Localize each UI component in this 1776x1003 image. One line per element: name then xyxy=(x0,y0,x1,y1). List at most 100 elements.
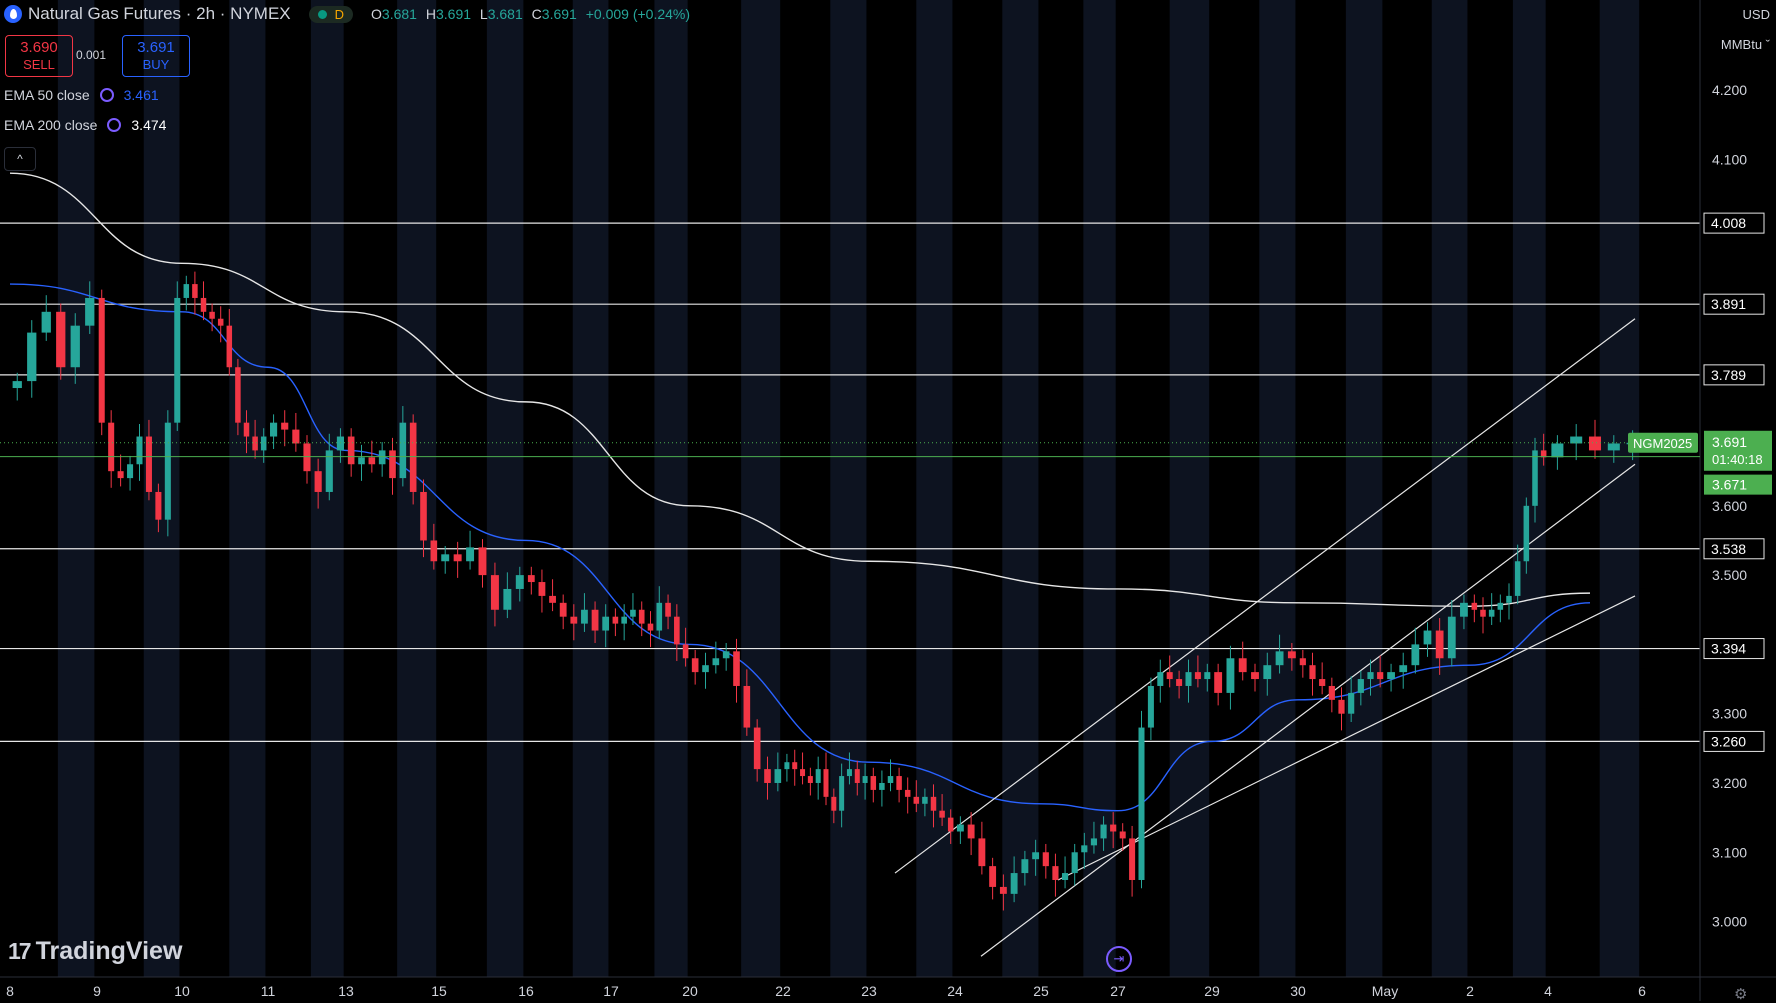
refresh-icon[interactable] xyxy=(107,118,122,132)
candle-body[interactable] xyxy=(399,422,407,479)
symbol-title[interactable]: Natural Gas Futures · 2h · NYMEX xyxy=(28,4,291,24)
candle-body[interactable] xyxy=(1471,602,1478,610)
candle-body[interactable] xyxy=(252,436,258,451)
candle-body[interactable] xyxy=(1497,602,1504,610)
candle-body[interactable] xyxy=(98,297,105,423)
candle-body[interactable] xyxy=(1287,651,1296,659)
candle-body[interactable] xyxy=(1319,679,1326,686)
candle-body[interactable] xyxy=(409,422,417,492)
refresh-icon[interactable] xyxy=(99,88,114,102)
candle-body[interactable] xyxy=(930,796,937,811)
candle-body[interactable] xyxy=(453,554,462,562)
candle-body[interactable] xyxy=(1081,845,1088,853)
candle-body[interactable] xyxy=(665,602,671,617)
candle-body[interactable] xyxy=(12,381,22,389)
candle-body[interactable] xyxy=(913,796,920,804)
candle-body[interactable] xyxy=(630,609,636,617)
candle-body[interactable] xyxy=(702,665,709,673)
candle-body[interactable] xyxy=(303,443,311,472)
candle-body[interactable] xyxy=(839,776,845,811)
candle-body[interactable] xyxy=(691,658,699,673)
candle-body[interactable] xyxy=(764,769,771,783)
candle-body[interactable] xyxy=(712,658,720,666)
indicator-ema50[interactable]: EMA 50 close 3.461 xyxy=(4,87,159,103)
candle-body[interactable] xyxy=(800,769,806,777)
candle-body[interactable] xyxy=(155,491,162,520)
gear-icon[interactable]: ⚙ xyxy=(1734,985,1747,1003)
candle-body[interactable] xyxy=(904,789,911,797)
candle-body[interactable] xyxy=(774,769,782,783)
candle-body[interactable] xyxy=(989,866,997,887)
candle-body[interactable] xyxy=(1147,685,1154,728)
candle-body[interactable] xyxy=(1119,831,1126,839)
candle-body[interactable] xyxy=(117,471,124,479)
candle-body[interactable] xyxy=(612,616,619,624)
candle-body[interactable] xyxy=(389,450,396,479)
candle-body[interactable] xyxy=(145,436,152,492)
candle-body[interactable] xyxy=(466,547,475,562)
candle-body[interactable] xyxy=(226,325,233,368)
candle-body[interactable] xyxy=(1309,665,1316,680)
candle-body[interactable] xyxy=(174,297,181,423)
candle-body[interactable] xyxy=(1275,651,1284,666)
candle-body[interactable] xyxy=(192,284,198,298)
candle-body[interactable] xyxy=(1185,672,1192,686)
candle-body[interactable] xyxy=(792,762,798,770)
candle-body[interactable] xyxy=(490,575,499,610)
candle-body[interactable] xyxy=(1226,658,1235,693)
candle-body[interactable] xyxy=(1032,852,1040,860)
candle-body[interactable] xyxy=(638,609,645,624)
candle-body[interactable] xyxy=(862,776,868,783)
indicator-ema200[interactable]: EMA 200 close 3.474 xyxy=(4,117,166,133)
price-chart[interactable]: 4.008 3.891 3.789 3.538 3.394 3.260 3.000 3.100… xyxy=(0,0,1776,1001)
unit-selector[interactable]: MMBtu ˇ xyxy=(1721,37,1770,52)
candle-body[interactable] xyxy=(581,609,588,624)
candle-body[interactable] xyxy=(1435,630,1444,659)
candle-body[interactable] xyxy=(70,325,80,368)
candle-body[interactable] xyxy=(1377,672,1384,680)
candle-body[interactable] xyxy=(1348,692,1355,714)
candle-body[interactable] xyxy=(1447,616,1456,659)
candle-body[interactable] xyxy=(1157,672,1164,686)
candle-body[interactable] xyxy=(1176,679,1183,686)
candle-body[interactable] xyxy=(347,436,355,465)
candle-body[interactable] xyxy=(1328,685,1335,700)
candle-body[interactable] xyxy=(164,422,171,520)
candle-body[interactable] xyxy=(1251,672,1259,680)
candle-body[interactable] xyxy=(1488,609,1495,617)
candle-body[interactable] xyxy=(1071,852,1078,874)
candle-body[interactable] xyxy=(478,547,487,576)
candle-body[interactable] xyxy=(784,762,790,770)
candle-body[interactable] xyxy=(1357,679,1364,693)
candle-body[interactable] xyxy=(127,464,134,479)
candle-body[interactable] xyxy=(733,651,740,686)
candle-body[interactable] xyxy=(292,429,300,444)
candle-body[interactable] xyxy=(1194,672,1201,680)
candle-body[interactable] xyxy=(1506,595,1512,603)
candle-body[interactable] xyxy=(1138,727,1145,880)
candle-body[interactable] xyxy=(108,422,115,472)
candle-body[interactable] xyxy=(281,422,289,430)
candle-body[interactable] xyxy=(879,782,885,790)
candle-body[interactable] xyxy=(846,769,852,777)
currency-selector[interactable]: USD xyxy=(1743,7,1770,22)
candle-body[interactable] xyxy=(1480,609,1486,617)
sell-button[interactable]: 3.690 SELL xyxy=(5,35,73,77)
candle-body[interactable] xyxy=(1460,602,1468,617)
candle-body[interactable] xyxy=(682,644,689,659)
candle-body[interactable] xyxy=(1061,873,1069,880)
candle-body[interactable] xyxy=(1423,630,1432,645)
candle-body[interactable] xyxy=(978,838,986,867)
candle-body[interactable] xyxy=(967,824,975,839)
event-marker-icon[interactable]: ⇥ xyxy=(1106,946,1132,972)
candle-body[interactable] xyxy=(270,422,278,437)
candle-body[interactable] xyxy=(1523,505,1530,562)
candle-body[interactable] xyxy=(1411,644,1420,666)
candle-body[interactable] xyxy=(1532,450,1538,506)
candle-body[interactable] xyxy=(368,457,376,465)
candle-body[interactable] xyxy=(753,727,761,770)
candle-body[interactable] xyxy=(647,623,654,631)
collapse-legend-button[interactable]: ^ xyxy=(4,147,36,171)
candle-body[interactable] xyxy=(1263,665,1272,680)
candle-body[interactable] xyxy=(314,471,322,492)
